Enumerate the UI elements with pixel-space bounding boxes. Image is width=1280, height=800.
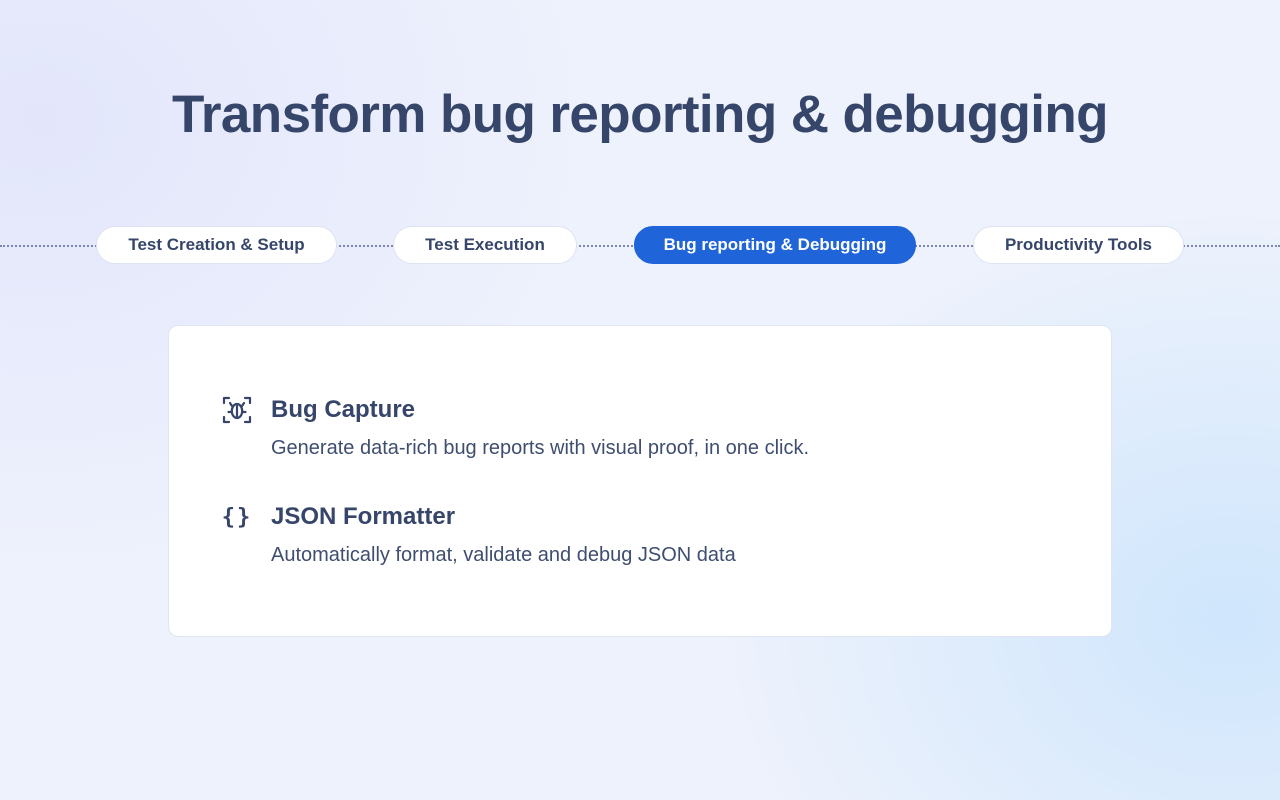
page-title: Transform bug reporting & debugging <box>172 85 1109 144</box>
feature-stepper: Test Creation & Setup Test Execution Bug… <box>0 226 1280 266</box>
feature-title: Bug Capture <box>271 396 415 423</box>
feature-title: JSON Formatter <box>271 503 456 530</box>
tab-productivity-tools[interactable]: Productivity Tools <box>973 226 1184 264</box>
bug-capture-icon <box>221 394 253 426</box>
tab-test-creation-setup[interactable]: Test Creation & Setup <box>96 226 337 264</box>
feature-description: Automatically format, validate and debug… <box>271 544 736 566</box>
tab-test-execution[interactable]: Test Execution <box>393 226 577 264</box>
braces-icon: {} <box>221 504 253 530</box>
features-card: Bug Capture Generate data-rich bug repor… <box>168 325 1112 637</box>
feature-description: Generate data-rich bug reports with visu… <box>271 437 810 459</box>
tab-bug-reporting-debugging[interactable]: Bug reporting & Debugging <box>634 226 916 264</box>
